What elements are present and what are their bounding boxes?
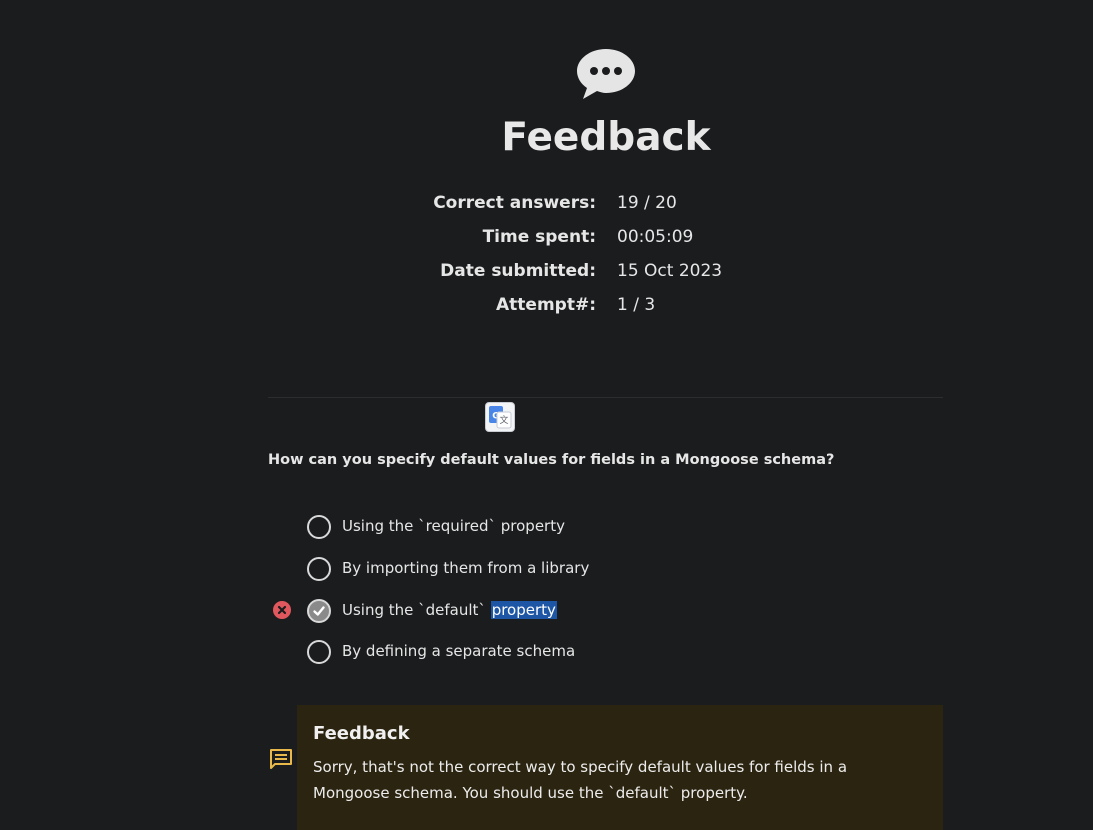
stat-value: 19 / 20 <box>617 193 677 213</box>
comment-icon <box>270 749 292 769</box>
stat-date-submitted: Date submitted: 15 Oct 2023 <box>0 256 1093 286</box>
stat-attempt: Attempt#: 1 / 3 <box>0 290 1093 320</box>
stat-value: 15 Oct 2023 <box>617 261 723 281</box>
radio-button-checked[interactable] <box>307 599 331 623</box>
option-label: Using the `required` property <box>342 517 565 535</box>
stat-value: 00:05:09 <box>617 227 694 247</box>
feedback-page: Feedback Correct answers: 19 / 20 Time s… <box>0 0 1093 830</box>
option-label: By defining a separate schema <box>342 642 576 660</box>
option-label: Using the `default` property <box>342 601 557 619</box>
stat-label: Correct answers: <box>433 193 596 213</box>
stat-value: 1 / 3 <box>617 295 656 315</box>
section-divider <box>268 397 943 398</box>
stat-correct-answers: Correct answers: 19 / 20 <box>0 188 1093 218</box>
translate-button[interactable]: G 文 <box>485 402 515 432</box>
radio-button[interactable] <box>307 640 331 664</box>
radio-button[interactable] <box>307 557 331 581</box>
svg-text:文: 文 <box>499 414 508 426</box>
radio-button[interactable] <box>307 515 331 539</box>
selected-text-highlight: property <box>490 601 557 619</box>
speech-bubble-icon <box>577 49 635 99</box>
stat-label: Date submitted: <box>440 261 596 281</box>
feedback-text: Sorry, that's not the correct way to spe… <box>313 758 848 802</box>
google-translate-icon: G 文 <box>489 406 512 429</box>
feedback-title: Feedback <box>313 723 410 744</box>
page-title: Feedback <box>501 115 711 160</box>
question-text: How can you specify default values for f… <box>268 452 835 468</box>
stat-label: Attempt#: <box>496 295 596 315</box>
stat-label: Time spent: <box>482 227 596 247</box>
feedback-panel: Feedback Sorry, that's not the correct w… <box>297 705 943 830</box>
stat-time-spent: Time spent: 00:05:09 <box>0 222 1093 252</box>
checkmark-icon <box>313 606 325 616</box>
incorrect-icon <box>273 601 291 619</box>
option-label-text: Using the `default` <box>342 601 491 619</box>
option-label: By importing them from a library <box>342 559 590 577</box>
